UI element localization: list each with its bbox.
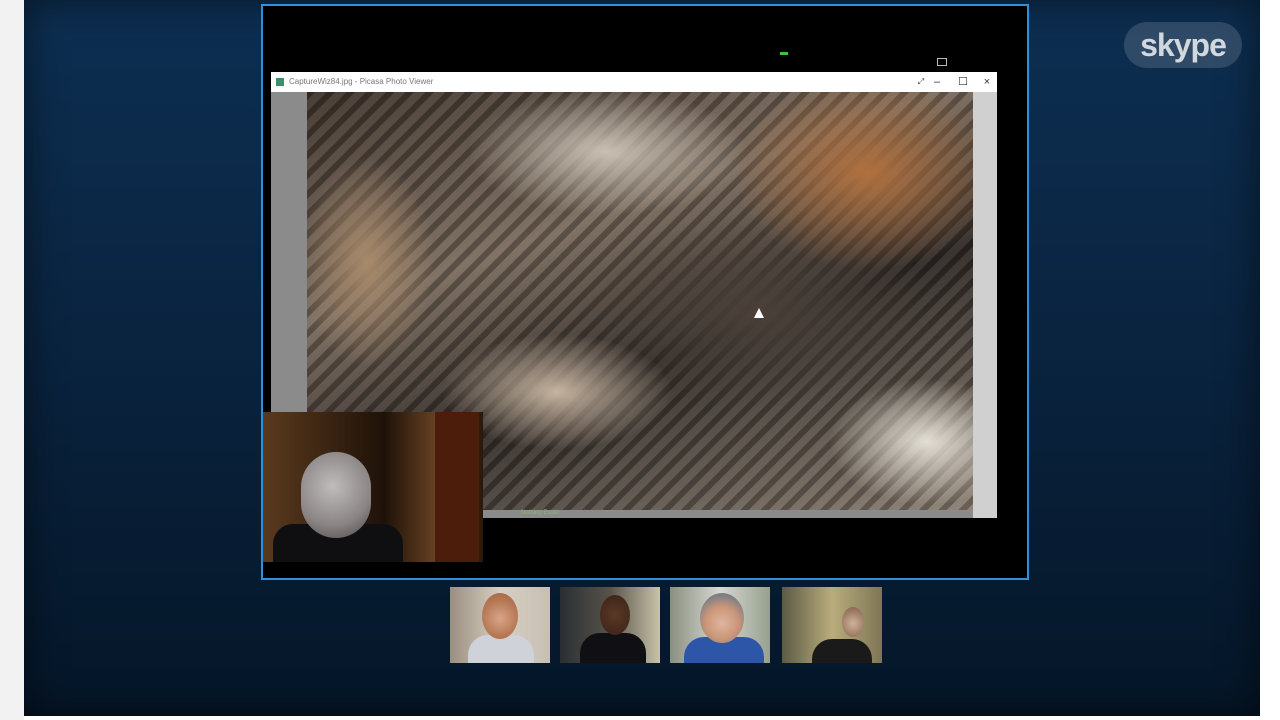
status-text-right: show info — [581, 510, 607, 516]
picasa-app-icon — [276, 78, 284, 86]
green-indicator — [780, 52, 788, 55]
self-video-preview[interactable] — [263, 412, 483, 562]
minimize-button[interactable]: – — [925, 72, 949, 92]
maximize-button[interactable]: ☐ — [951, 72, 975, 92]
face — [482, 593, 518, 639]
face — [700, 593, 744, 643]
mouse-cursor-icon — [754, 308, 764, 318]
skype-call-window: skype CaptureWiz84.jpg - Picasa Photo Vi… — [24, 0, 1260, 716]
participant-video-3[interactable] — [670, 587, 770, 663]
participant-strip — [450, 587, 884, 663]
face — [600, 595, 630, 635]
self-head — [301, 452, 371, 538]
shared-screen-stage[interactable]: CaptureWiz84.jpg - Picasa Photo Viewer ⤢… — [261, 4, 1029, 580]
status-text-left: Nothing Exotic — [521, 510, 560, 516]
torso — [580, 633, 646, 663]
participant-video-2[interactable] — [560, 587, 660, 663]
skype-logo: skype — [1124, 22, 1242, 68]
participant-video-4[interactable] — [782, 587, 882, 663]
screen-share-icon — [937, 58, 947, 66]
torso — [812, 639, 872, 663]
close-button[interactable]: × — [975, 72, 999, 92]
face — [842, 607, 864, 637]
viewer-side-panel — [973, 92, 997, 518]
participant-video-1[interactable] — [450, 587, 550, 663]
torso — [468, 635, 534, 663]
background-door — [435, 412, 479, 562]
window-titlebar[interactable]: CaptureWiz84.jpg - Picasa Photo Viewer ⤢… — [271, 72, 997, 92]
window-title: CaptureWiz84.jpg - Picasa Photo Viewer — [289, 77, 434, 86]
left-screen-edge — [0, 0, 24, 720]
